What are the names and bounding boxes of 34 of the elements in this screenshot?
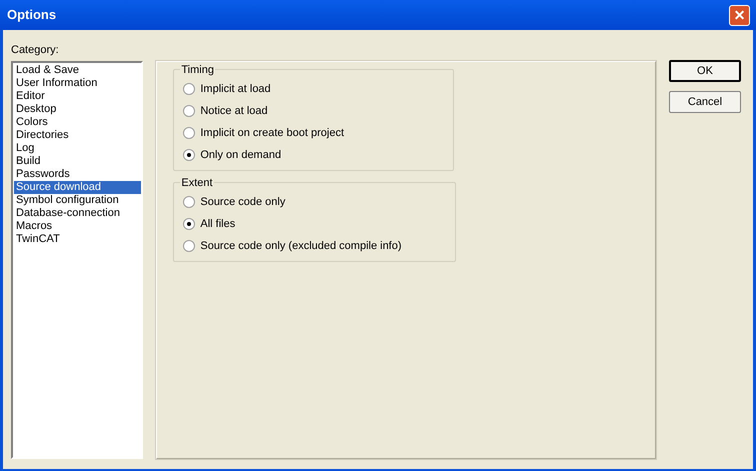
category-item[interactable]: TwinCAT [14,233,142,246]
radio-option[interactable]: Source code only [174,191,456,213]
dialog-button[interactable]: OK [669,60,741,82]
category-item[interactable]: Build [14,155,142,168]
radio-option[interactable]: Source code only (excluded compile info) [174,235,456,257]
radio-button[interactable] [183,196,196,208]
radio-button[interactable] [183,83,196,95]
dialog-button[interactable]: Cancel [669,91,741,113]
radio-option[interactable]: Implicit at load [174,78,454,100]
window-title: Options [6,6,56,24]
radio-button[interactable] [183,105,196,117]
radio-button[interactable] [183,127,196,139]
radio-button[interactable] [183,149,196,161]
category-item[interactable]: Source download [14,181,142,194]
group-title: Timing [180,62,215,78]
category-item[interactable]: Log [14,142,142,155]
category-item[interactable]: Load & Save [14,64,142,77]
category-item[interactable]: Desktop [14,103,142,116]
close-button[interactable]: × [729,4,750,26]
category-item[interactable]: Directories [14,129,142,142]
category-item[interactable]: Macros [14,220,142,233]
category-item[interactable]: User Information [14,77,142,90]
category-label: Category: [11,43,60,58]
radio-option[interactable]: Implicit on create boot project [174,122,454,144]
radio-button[interactable] [183,218,196,230]
category-item[interactable]: Colors [14,116,142,129]
radio-option[interactable]: Notice at load [174,100,454,122]
category-item[interactable]: Database-connection [14,207,142,220]
category-item[interactable]: Editor [14,90,142,103]
category-item[interactable]: Passwords [14,168,142,181]
radio-option[interactable]: All files [174,213,456,235]
category-item[interactable]: Symbol configuration [14,194,142,207]
radio-option[interactable]: Only on demand [174,144,454,166]
radio-button[interactable] [183,240,196,252]
